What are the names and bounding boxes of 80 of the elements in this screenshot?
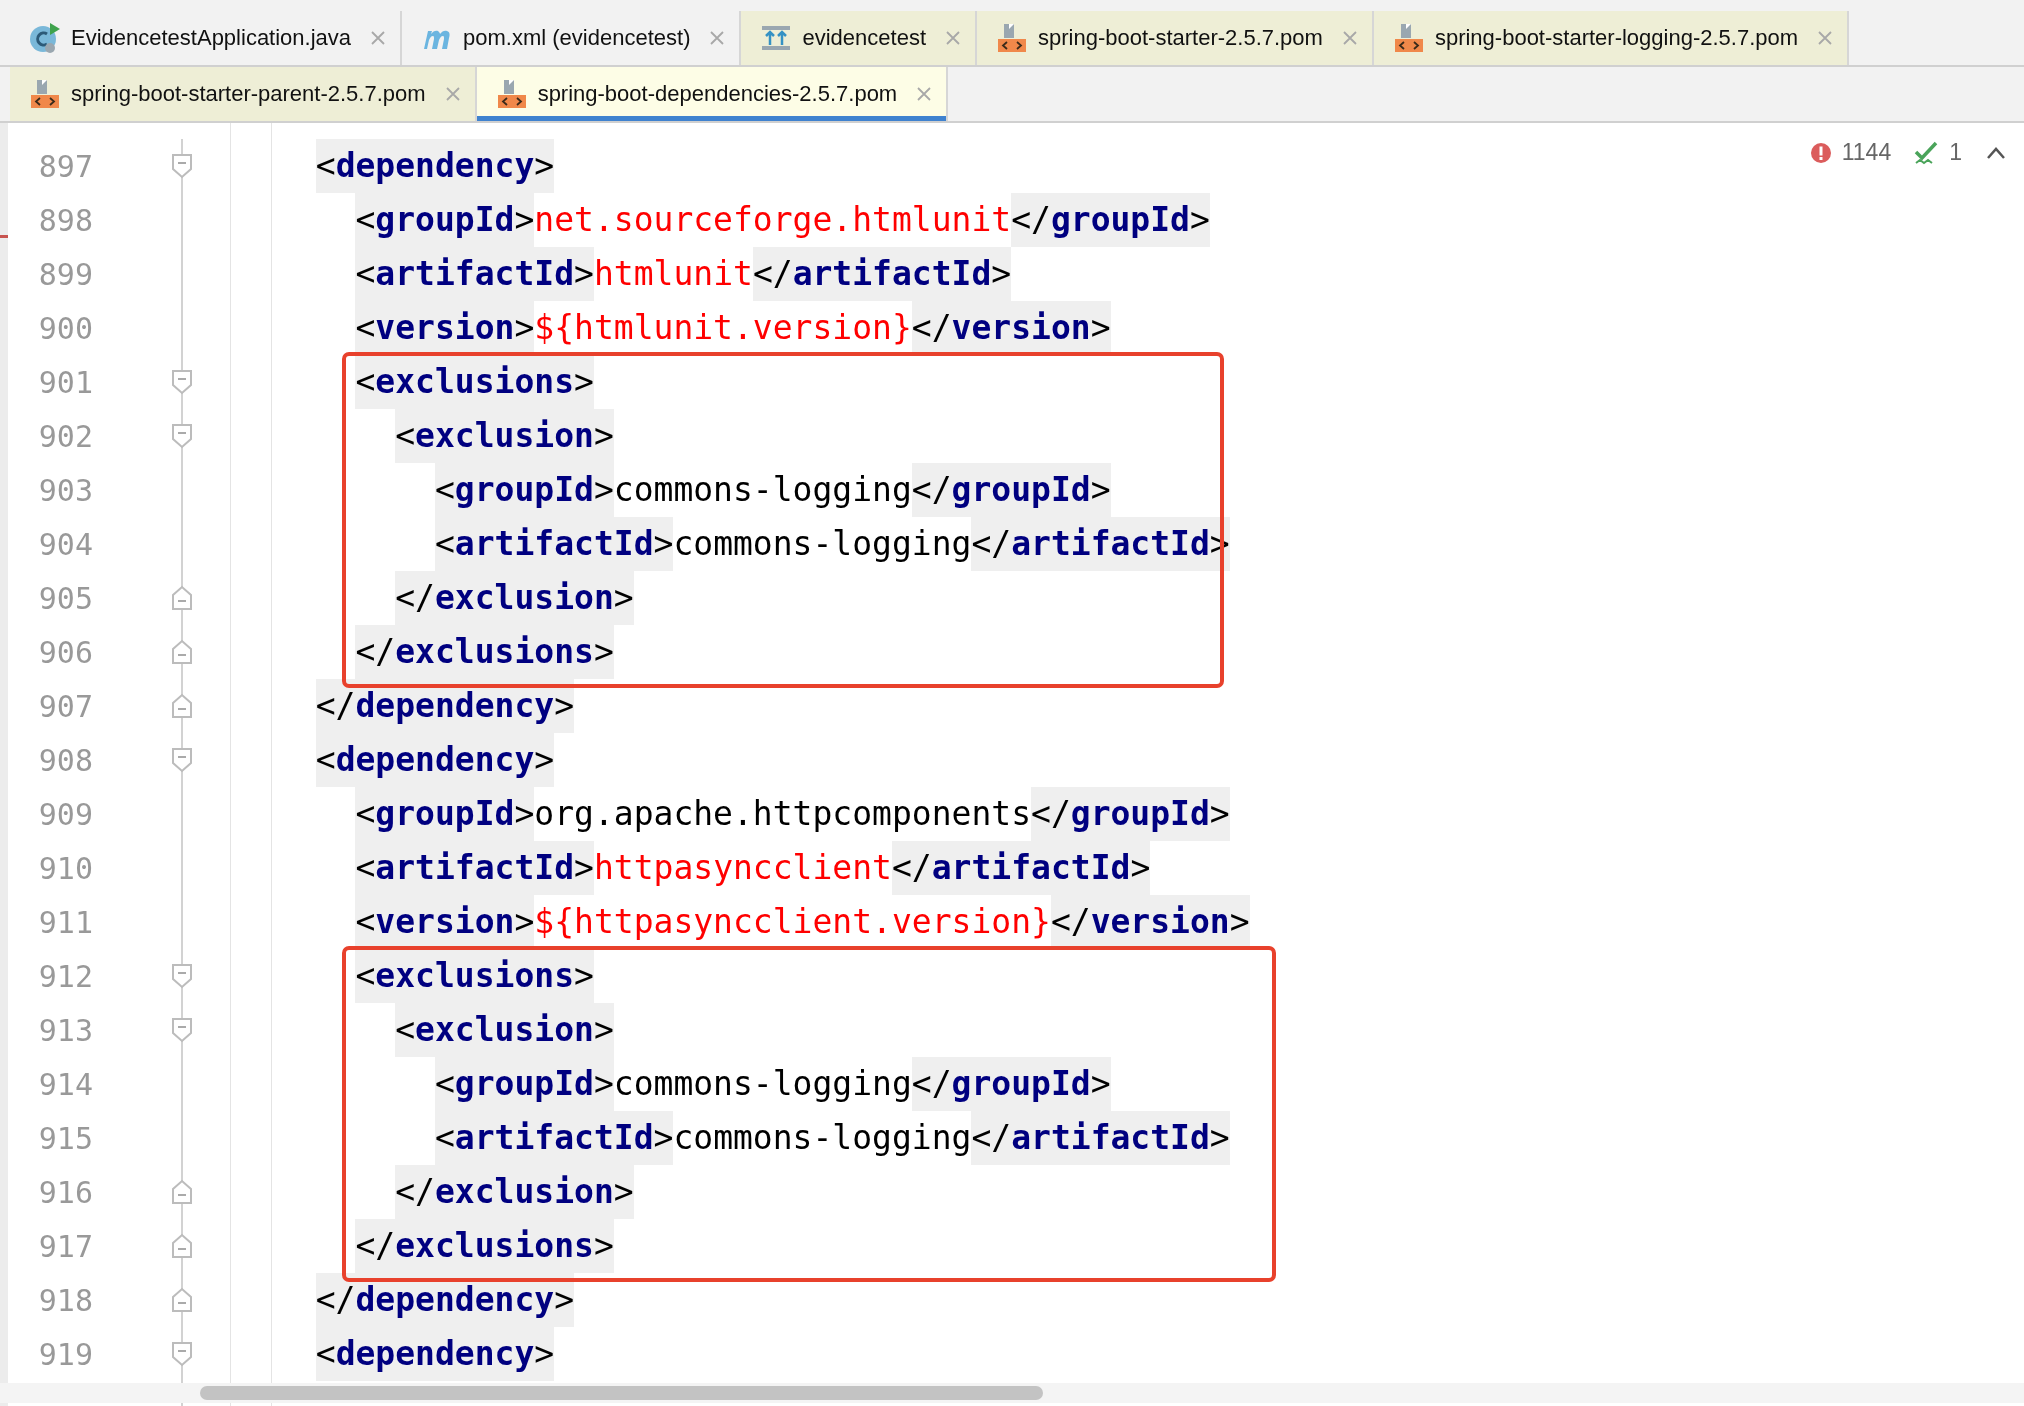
fold-icon[interactable] [171, 1341, 193, 1367]
code-line: </exclusion> [276, 1165, 2024, 1219]
fold-icon[interactable] [171, 153, 193, 179]
fold-icon[interactable] [171, 423, 193, 449]
line-number: 900 [38, 310, 93, 346]
line-number: 918 [38, 1282, 93, 1318]
line-number: 915 [38, 1120, 93, 1156]
line-number: 898 [38, 202, 93, 238]
code-line: </exclusions> [276, 1219, 2024, 1273]
editor-tab[interactable]: spring-boot-dependencies-2.5.7.pom [476, 67, 949, 121]
close-icon[interactable] [444, 86, 461, 102]
line-number: 912 [38, 958, 93, 994]
line-number: 917 [38, 1228, 93, 1264]
fold-end-icon[interactable] [171, 1179, 193, 1205]
class-icon [28, 21, 62, 55]
code-line: <exclusion> [276, 409, 2024, 463]
line-number: 903 [38, 472, 93, 508]
code-line: </exclusion> [276, 571, 2024, 625]
file-icon [995, 21, 1029, 55]
code-line: <artifactId>htmlunit</artifactId> [276, 247, 2024, 301]
fold-end-icon[interactable] [171, 585, 193, 611]
fold-end-icon[interactable] [171, 693, 193, 719]
code-line: <groupId>net.sourceforge.htmlunit</groupId> [276, 193, 2024, 247]
code-line: <artifactId>httpasyncclient</artifactId> [276, 841, 2024, 895]
code-line: <exclusions> [276, 355, 2024, 409]
editor-tab[interactable]: evidencetest [741, 11, 977, 65]
line-number: 899 [38, 256, 93, 292]
typo-count[interactable]: 1 [1949, 139, 1962, 166]
code-line: <dependency> [276, 733, 2024, 787]
fold-icon[interactable] [171, 369, 193, 395]
line-number: 909 [38, 796, 93, 832]
code-line: <exclusion> [276, 1003, 2024, 1057]
close-icon[interactable] [945, 30, 961, 46]
editor-tab[interactable]: spring-boot-starter-parent-2.5.7.pom [10, 67, 477, 121]
fold-end-icon[interactable] [171, 1287, 193, 1313]
code-line: </exclusions> [276, 625, 2024, 679]
close-icon[interactable] [1817, 30, 1834, 46]
fold-icon[interactable] [171, 747, 193, 773]
line-number: 906 [38, 634, 93, 670]
line-number: 907 [38, 688, 93, 724]
line-number: 908 [38, 742, 93, 778]
close-icon[interactable] [370, 30, 387, 46]
line-number: 901 [38, 364, 93, 400]
file-icon [28, 77, 62, 111]
line-number: 897 [38, 148, 93, 184]
code-line: <groupId>commons-logging</groupId> [276, 1057, 2024, 1111]
close-icon[interactable] [709, 30, 726, 46]
error-count[interactable]: 1144 [1841, 139, 1892, 166]
fold-end-icon[interactable] [171, 639, 193, 665]
editor-tab[interactable]: spring-boot-starter-2.5.7.pom [977, 11, 1374, 65]
code-line: <groupId>commons-logging</groupId> [276, 463, 2024, 517]
error-stripe-mark [0, 235, 8, 238]
scrollbar-thumb[interactable] [200, 1386, 1043, 1400]
horizontal-scrollbar[interactable] [0, 1383, 2024, 1403]
editor-tab[interactable]: spring-boot-starter-logging-2.5.7.pom [1373, 11, 1850, 65]
fold-icon[interactable] [171, 1017, 193, 1043]
line-number: 919 [38, 1336, 93, 1372]
code-line: <groupId>org.apache.httpcomponents</groupId> [276, 787, 2024, 841]
code-line: <dependency> [276, 1327, 2024, 1381]
caret-up-icon[interactable] [1986, 145, 2006, 160]
fold-icon[interactable] [171, 963, 193, 989]
error-icon[interactable] [1809, 141, 1832, 164]
line-number: 902 [38, 418, 93, 454]
line-number: 911 [38, 904, 93, 940]
code-line: </dependency> [276, 679, 2024, 733]
close-icon[interactable] [1341, 30, 1358, 46]
line-number: 916 [38, 1174, 93, 1210]
line-number: 905 [38, 580, 93, 616]
fold-end-icon[interactable] [171, 1233, 193, 1259]
check-icon[interactable] [1913, 139, 1940, 166]
code-line: <version>${htmlunit.version}</version> [276, 301, 2024, 355]
code-line: <exclusions> [276, 949, 2024, 1003]
code-line: <artifactId>commons-logging</artifactId> [276, 1111, 2024, 1165]
code-line: </dependency> [276, 1273, 2024, 1327]
line-number: 914 [38, 1066, 93, 1102]
close-icon[interactable] [916, 86, 933, 102]
code-line: <version>${httpasyncclient.version}</version> [276, 895, 2024, 949]
line-number: 913 [38, 1012, 93, 1048]
line-number: 904 [38, 526, 93, 562]
line-number: 910 [38, 850, 93, 886]
